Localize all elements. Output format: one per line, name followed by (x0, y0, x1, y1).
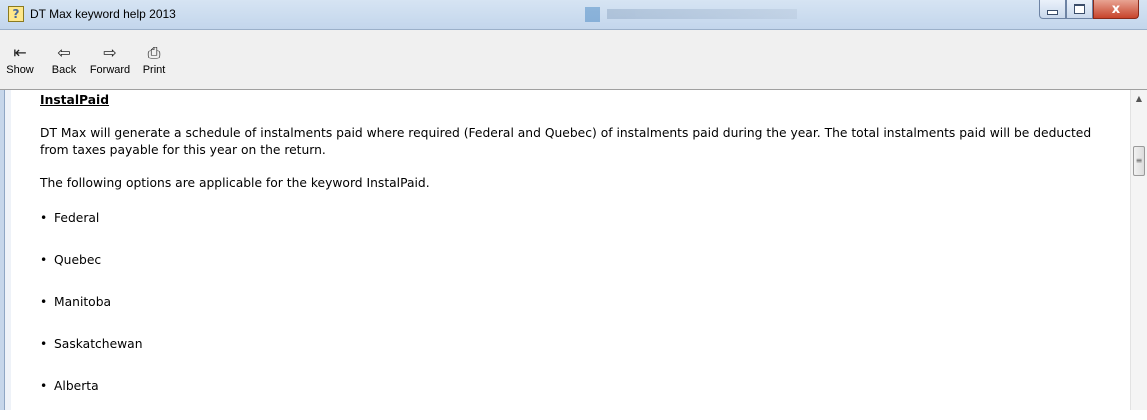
minimize-button[interactable] (1039, 0, 1066, 19)
print-button[interactable]: ⎙ Print (137, 43, 171, 77)
list-item: • Saskatchewan (40, 337, 143, 351)
bullet-icon: • (40, 295, 48, 309)
scrollbar-thumb[interactable]: ≡ (1133, 146, 1145, 176)
printer-icon: ⎙ (147, 43, 161, 62)
bullet-icon: • (40, 211, 48, 225)
show-button[interactable]: ⇤ Show (2, 43, 38, 77)
back-button[interactable]: ⇦ Back (46, 43, 82, 77)
bullet-icon: • (40, 379, 48, 393)
show-label: Show (6, 64, 34, 76)
list-item: • Quebec (40, 253, 102, 267)
scroll-up-arrow-icon[interactable]: ▲ (1131, 90, 1147, 106)
splitter[interactable] (5, 90, 11, 410)
minimize-icon (1047, 9, 1058, 15)
close-icon: x (1111, 1, 1121, 17)
help-topic-text: InstalPaid DT Max will generate a schedu… (40, 92, 1100, 420)
window-controls: x (1039, 0, 1139, 20)
bullet-icon: • (40, 253, 48, 267)
topic-description: DT Max will generate a schedule of insta… (40, 126, 1092, 157)
help-icon: ? (8, 6, 24, 22)
window-title: DT Max keyword help 2013 (30, 7, 176, 21)
topic-heading[interactable]: InstalPaid (40, 92, 1100, 109)
vertical-scrollbar[interactable]: ▲ ≡ (1130, 90, 1147, 410)
close-button[interactable]: x (1093, 0, 1139, 19)
help-content-pane[interactable]: InstalPaid DT Max will generate a schedu… (0, 90, 1147, 410)
options-intro: The following options are applicable for… (40, 176, 430, 190)
forward-arrow-icon: ⇨ (103, 43, 117, 62)
back-label: Back (51, 64, 77, 76)
background-window-thumbnail (585, 6, 805, 24)
print-label: Print (142, 64, 166, 76)
app-icon (585, 7, 600, 22)
maximize-button[interactable] (1066, 0, 1093, 19)
back-arrow-icon: ⇦ (57, 43, 71, 62)
show-icon: ⇤ (13, 43, 27, 62)
list-item: • Manitoba (40, 295, 112, 309)
bullet-icon: • (40, 337, 48, 351)
maximize-icon (1074, 4, 1085, 14)
title-bar[interactable]: ? DT Max keyword help 2013 x (0, 0, 1147, 30)
options-list: • Federal • Quebec • Manitoba • Saskatchewan… (40, 210, 1100, 420)
forward-button[interactable]: ⇨ Forward (87, 43, 133, 77)
forward-label: Forward (89, 64, 131, 76)
list-item: • Alberta (40, 379, 99, 393)
list-item: • Federal (40, 211, 100, 225)
toolbar: ⇤ Show ⇦ Back ⇨ Forward ⎙ Print (0, 30, 1147, 90)
